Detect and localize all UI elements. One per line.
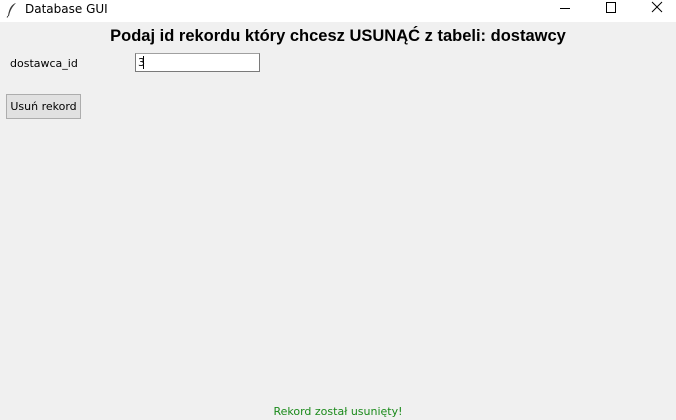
minimize-icon (560, 8, 570, 9)
close-button[interactable] (634, 0, 676, 22)
maximize-icon (606, 2, 616, 13)
window-title: Database GUI (25, 2, 108, 16)
close-icon (651, 1, 663, 13)
feather-icon (6, 2, 18, 18)
minimize-button[interactable] (542, 0, 588, 22)
status-message: Rekord został usunięty! (273, 405, 403, 418)
dostawca-id-input[interactable] (135, 53, 260, 72)
page-heading: Podaj id rekordu który chcesz USUNĄĆ z t… (110, 27, 566, 45)
delete-record-button[interactable]: Usuń rekord (6, 94, 81, 119)
app-window: Database GUI Podaj id rekordu który chce… (0, 0, 676, 420)
maximize-button[interactable] (588, 0, 634, 22)
dostawca-id-label: dostawca_id (10, 57, 78, 70)
text-caret (143, 56, 144, 69)
title-bar[interactable]: Database GUI (0, 0, 676, 22)
